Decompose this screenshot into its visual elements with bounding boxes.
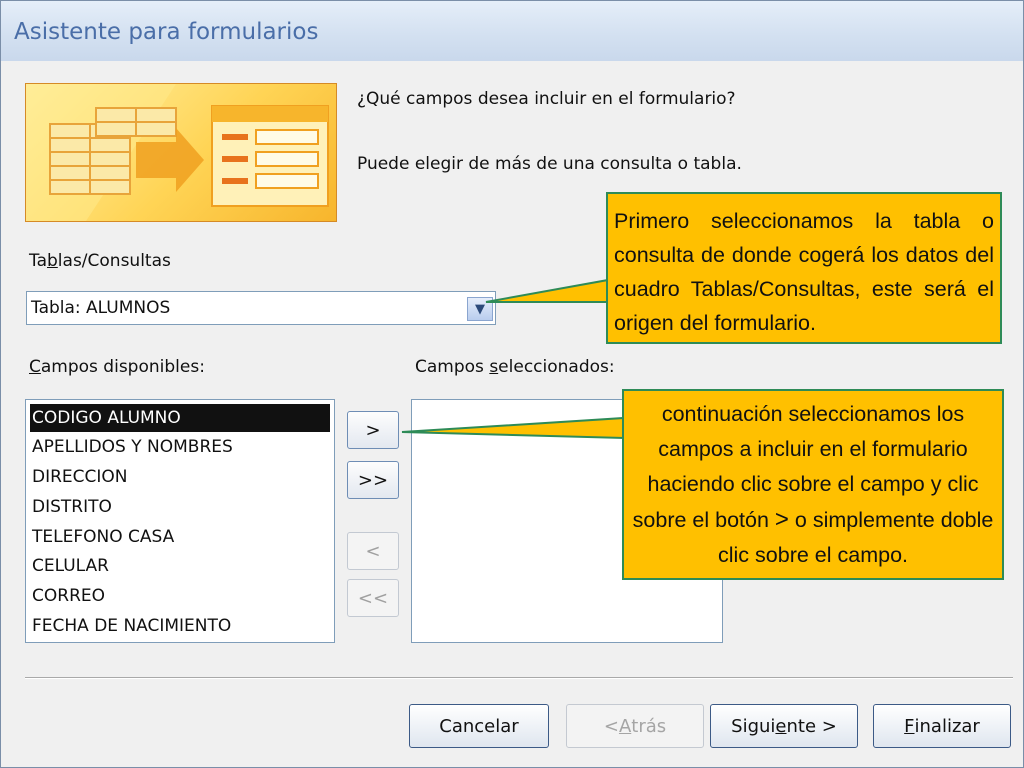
callout-pointer-tables — [485, 278, 609, 303]
callout-pointer-fields — [401, 416, 625, 440]
callout-tables: Primero seleccionamos la tabla o consult… — [606, 192, 1002, 344]
callout-fields: continuación seleccionamos los campos a … — [622, 389, 1004, 580]
callout-pointers — [401, 278, 625, 440]
